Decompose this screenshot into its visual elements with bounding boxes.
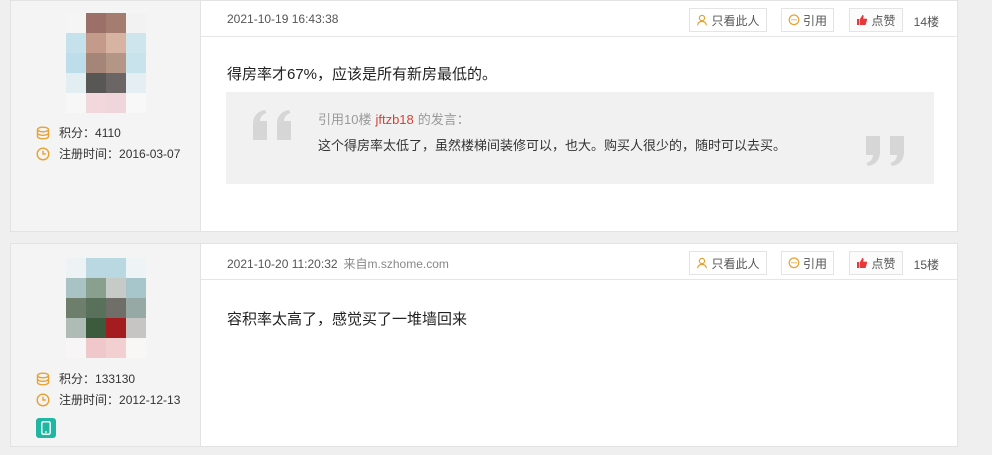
floor-number: 15楼 [913,258,939,272]
avatar[interactable] [66,13,146,113]
quote-header: 引用10楼 jftzb18 的发言： [318,109,470,128]
quoted-user-link[interactable]: jftzb18 [375,112,413,127]
like-button[interactable]: 点赞 [849,251,903,275]
clock-icon [36,392,50,407]
avatar[interactable] [66,258,146,358]
reg-label: 注册时间： [59,147,120,161]
quote-label: 引用 [802,256,827,271]
quote-text: 这个得房率太低了，虽然楼梯间装修可以，也大。购买人很少的，随时可以去买。 [318,138,787,153]
thumbs-up-icon [856,14,868,26]
coins-icon [36,372,50,386]
floor-number: 14楼 [913,15,939,29]
user-reg-date: 注册时间： 2016-03-07 [36,145,180,162]
post-source: 来自m.szhome.com [343,257,449,271]
only-this-user-label: 只看此人 [711,13,760,28]
quote-block: 引用10楼 jftzb18 的发言： 这个得房率太低了，虽然楼梯间装修可以，也大。购… [226,92,934,184]
only-this-user-button[interactable]: 只看此人 [689,8,767,32]
like-label: 点赞 [871,13,896,28]
reg-date: 2012-12-13 [119,392,181,407]
coins-icon [36,126,50,140]
quote-button[interactable]: 引用 [781,251,834,275]
close-quote-icon [858,136,904,171]
user-points: 积分： 4110 [36,124,121,141]
points-label: 积分： [59,126,96,140]
quote-prefix: 引用10楼 [318,112,372,127]
only-this-user-button[interactable]: 只看此人 [689,251,767,275]
chat-icon [788,257,800,269]
reg-label: 注册时间： [59,393,120,407]
post-15: 积分： 133130 注册时间： 2012-12-13 2021-10-20 11:… [10,243,958,447]
post-content: 容积率太高了，感觉买了一堆墙回来 [227,311,468,328]
reg-date: 2016-03-07 [119,146,181,161]
like-button[interactable]: 点赞 [849,8,903,32]
user-sidebar: 积分： 133130 注册时间： 2012-12-13 [11,244,201,446]
points-value: 4110 [95,125,121,140]
post-header: 2021-10-19 16:43:38 只看此人 引用 点赞 14楼 [201,1,957,37]
post-time: 2021-10-20 11:20:32 来自m.szhome.com [227,255,449,272]
post-time: 2021-10-19 16:43:38 [227,12,338,26]
points-value: 133130 [95,371,136,386]
user-icon [696,257,708,269]
user-sidebar: 积分： 4110 注册时间： 2016-03-07 [11,1,201,231]
like-label: 点赞 [871,256,896,271]
user-reg-date: 注册时间： 2012-12-13 [36,391,180,408]
post-timestamp: 2021-10-20 11:20:32 [227,257,338,271]
post-content: 得房率才67%，应该是所有新房最低的。 [227,66,498,83]
user-icon [696,14,708,26]
only-this-user-label: 只看此人 [711,256,760,271]
post-14: 积分： 4110 注册时间： 2016-03-07 2021-10-19 16:43… [10,0,958,232]
quote-label: 引用 [802,13,827,28]
thumbs-up-icon [856,257,868,269]
quote-button[interactable]: 引用 [781,8,834,32]
chat-icon [788,14,800,26]
points-label: 积分： [59,372,96,386]
post-header: 2021-10-20 11:20:32 来自m.szhome.com 只看此人 引… [201,244,957,280]
user-points: 积分： 133130 [36,370,135,387]
open-quote-icon [253,110,299,145]
clock-icon [36,146,50,161]
mobile-phone-icon [36,418,56,438]
post-timestamp: 2021-10-19 16:43:38 [227,12,339,26]
quote-suffix: 的发言： [417,112,470,127]
